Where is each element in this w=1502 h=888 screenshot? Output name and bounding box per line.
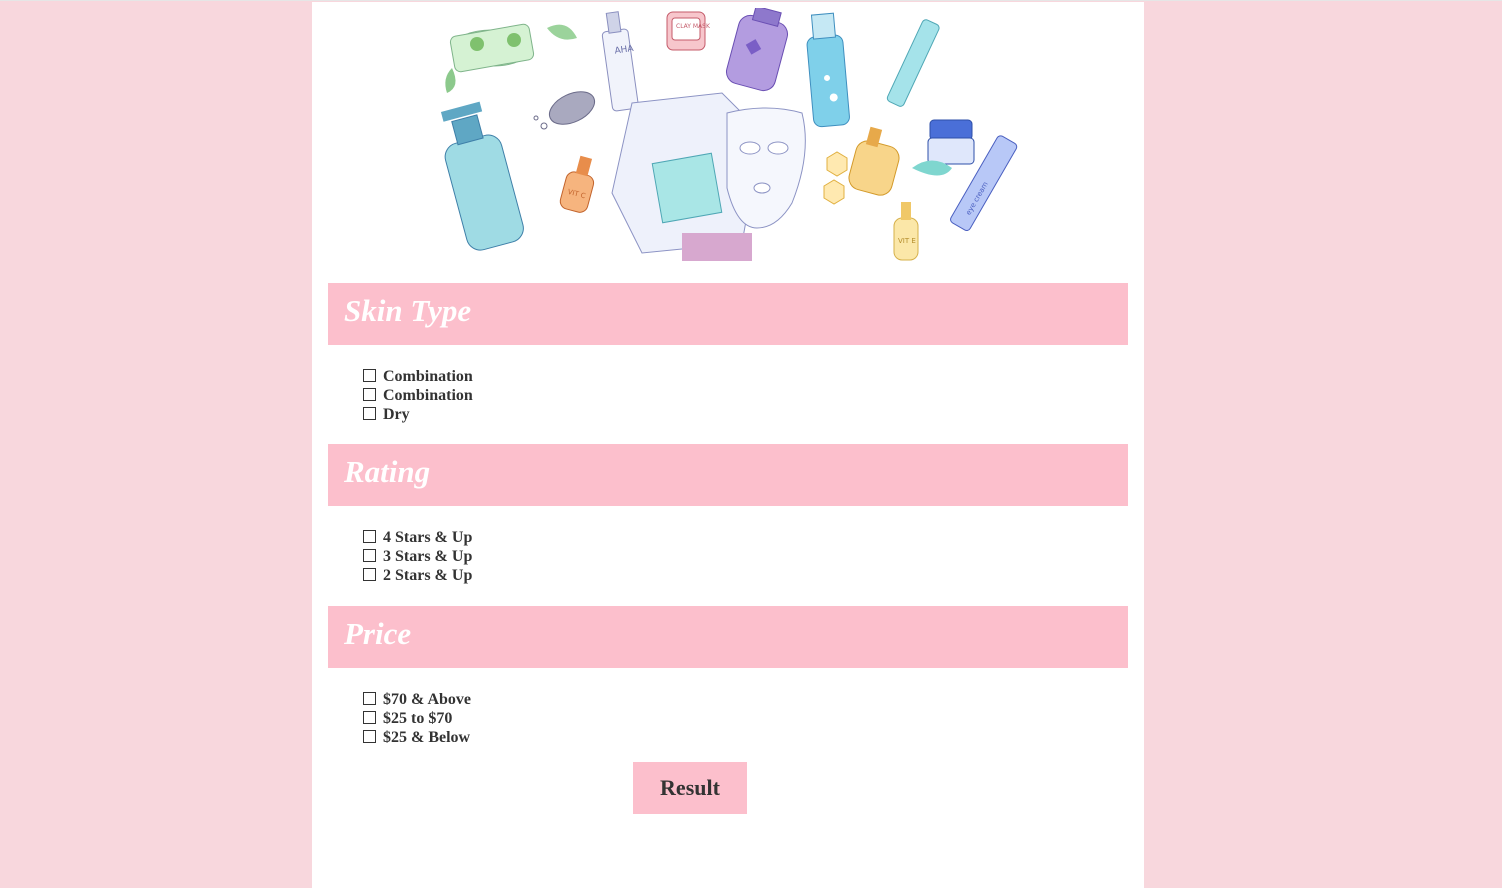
skin-type-option-combination[interactable]: Combination bbox=[363, 367, 663, 386]
sheet-mask-illustration bbox=[611, 92, 806, 261]
price-option-25-below[interactable]: $25 & Below bbox=[363, 728, 663, 747]
skin-type-header: Skin Type bbox=[328, 283, 1128, 345]
pump-bottle-illustration bbox=[440, 101, 524, 251]
price-checkbox[interactable] bbox=[363, 729, 376, 743]
price-option-70-above[interactable]: $70 & Above bbox=[363, 690, 663, 709]
rating-option-4-stars[interactable]: 4 Stars & Up bbox=[363, 528, 663, 547]
option-label: Dry bbox=[383, 405, 410, 423]
price-option-25-to-70[interactable]: $25 to $70 bbox=[363, 709, 663, 728]
vit-e-label: VIT E bbox=[898, 237, 916, 245]
option-label: Combination bbox=[383, 367, 473, 385]
rating-checkbox[interactable] bbox=[363, 529, 376, 543]
vitamin-e-dropper-illustration: VIT E bbox=[893, 202, 919, 261]
rating-checkbox[interactable] bbox=[363, 548, 376, 562]
skincare-illustration: AHA CLAY MASK VIT C VIT E eye cream bbox=[440, 8, 1018, 261]
price-checkbox[interactable] bbox=[363, 691, 376, 705]
option-label: $70 & Above bbox=[383, 690, 471, 708]
option-label: $25 & Below bbox=[383, 728, 471, 746]
serum-pen-illustration bbox=[886, 19, 940, 107]
blue-jar-illustration bbox=[912, 119, 975, 176]
filter-panel: AHA CLAY MASK VIT C VIT E eye cream Skin… bbox=[312, 2, 1144, 888]
price-options: $70 & Above $25 to $70 $25 & Below bbox=[363, 690, 663, 747]
option-label: $25 to $70 bbox=[383, 709, 453, 727]
result-button[interactable]: Result bbox=[633, 762, 747, 814]
rating-option-2-stars[interactable]: 2 Stars & Up bbox=[363, 566, 663, 585]
skin-type-checkbox[interactable] bbox=[363, 387, 376, 401]
skin-type-checkbox[interactable] bbox=[363, 406, 376, 420]
price-checkbox[interactable] bbox=[363, 710, 376, 724]
vitamin-c-dropper-illustration: VIT C bbox=[559, 155, 595, 213]
aha-bottle-illustration: AHA bbox=[601, 11, 639, 112]
skin-type-option-dry[interactable]: Dry bbox=[363, 405, 663, 424]
price-header: Price bbox=[328, 606, 1128, 668]
rating-option-3-stars[interactable]: 3 Stars & Up bbox=[363, 547, 663, 566]
option-label: 2 Stars & Up bbox=[383, 566, 473, 584]
option-label: Combination bbox=[383, 386, 473, 404]
cream-jar-illustration bbox=[445, 23, 577, 93]
soap-bar-illustration bbox=[533, 91, 596, 130]
rating-header: Rating bbox=[328, 444, 1128, 506]
skin-type-checkbox[interactable] bbox=[363, 368, 376, 382]
option-label: 4 Stars & Up bbox=[383, 528, 473, 546]
purple-bottle-illustration bbox=[725, 8, 789, 92]
rating-checkbox[interactable] bbox=[363, 567, 376, 581]
top-border bbox=[0, 0, 1502, 1]
rating-options: 4 Stars & Up 3 Stars & Up 2 Stars & Up bbox=[363, 528, 663, 585]
clay-mask-label: CLAY MASK bbox=[676, 23, 711, 30]
aha-label: AHA bbox=[614, 44, 635, 57]
skin-type-option-combination-2[interactable]: Combination bbox=[363, 386, 663, 405]
honey-dropper-illustration bbox=[823, 126, 900, 205]
clay-mask-jar-illustration: CLAY MASK bbox=[666, 11, 711, 51]
skin-type-options: Combination Combination Dry bbox=[363, 367, 663, 424]
option-label: 3 Stars & Up bbox=[383, 547, 473, 565]
blue-bottle-illustration bbox=[806, 12, 850, 128]
